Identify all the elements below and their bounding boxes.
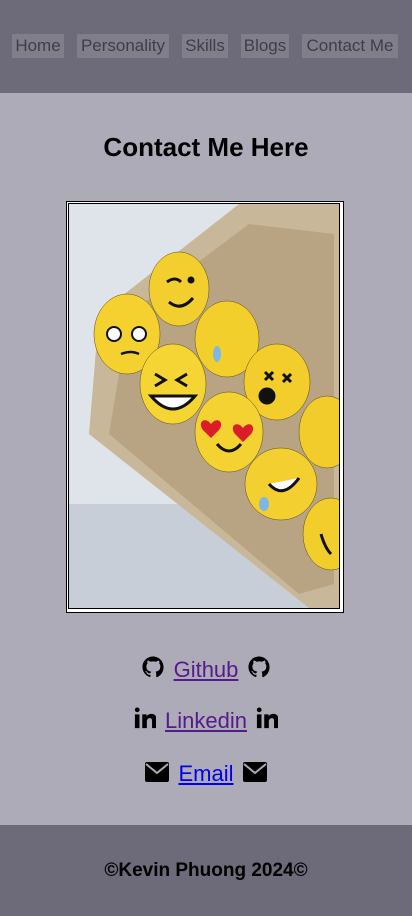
page-title: Contact Me Here: [103, 132, 309, 162]
top-nav: Home Personality Skills Blogs Contact Me: [0, 0, 412, 93]
egg-carton-illustration: [69, 204, 339, 608]
envelope-icon: [145, 760, 170, 790]
github-link[interactable]: Github: [174, 657, 239, 682]
email-link[interactable]: Email: [178, 761, 233, 786]
github-icon: [247, 656, 270, 686]
linkedin-link[interactable]: Linkedin: [165, 708, 247, 733]
nav-blogs[interactable]: Blogs: [241, 34, 289, 58]
nav-contact-me[interactable]: Contact Me: [302, 34, 398, 58]
copyright-text: ©Kevin Phuong 2024©: [104, 860, 308, 881]
email-row: Email: [0, 759, 412, 790]
linkedin-row: Linkedin: [0, 706, 412, 737]
footer: ©Kevin Phuong 2024©: [0, 825, 412, 916]
linkedin-icon: [134, 707, 157, 737]
nav-personality[interactable]: Personality: [77, 34, 169, 58]
nav-skills[interactable]: Skills: [182, 34, 228, 58]
linkedin-icon: [256, 707, 279, 737]
github-row: Github: [0, 655, 412, 686]
contact-photo: [66, 201, 344, 613]
emoji-eggs-image: [68, 203, 340, 609]
envelope-icon: [242, 760, 267, 790]
github-icon: [142, 656, 165, 686]
nav-home[interactable]: Home: [12, 34, 64, 58]
